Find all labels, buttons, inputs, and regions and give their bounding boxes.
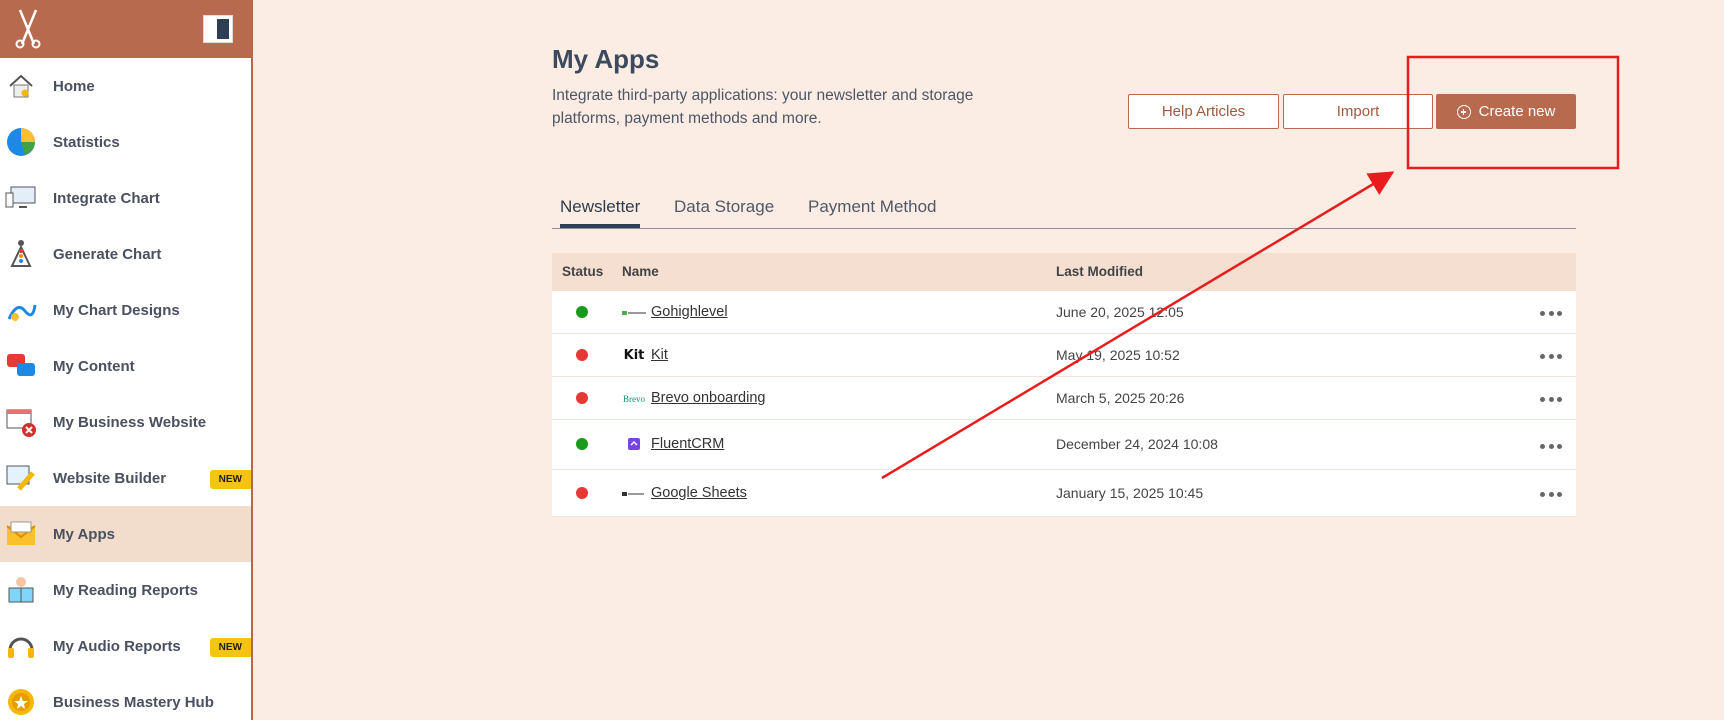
- sidebar-item-label: Generate Chart: [53, 245, 162, 263]
- row-more-options-icon[interactable]: [1540, 352, 1562, 362]
- sidebar-item-generate-chart[interactable]: Generate Chart: [0, 226, 251, 282]
- sidebar-item-statistics[interactable]: Statistics: [0, 114, 251, 170]
- page-title: My Apps: [552, 44, 660, 74]
- tab-data-storage[interactable]: Data Storage: [674, 197, 774, 217]
- app-logo-icon: [622, 305, 646, 321]
- devices-icon: [4, 181, 38, 215]
- status-active-dot: [576, 305, 588, 318]
- logo-icon[interactable]: [12, 6, 44, 50]
- app-logo-icon: Brevo: [623, 393, 645, 404]
- row-more-options-icon[interactable]: [1540, 309, 1562, 319]
- row-more-options-icon[interactable]: [1540, 441, 1562, 451]
- app-name-link[interactable]: Gohighlevel: [651, 304, 728, 320]
- new-badge: NEW: [209, 470, 251, 489]
- sidebar-item-integrate-chart[interactable]: Integrate Chart: [0, 170, 251, 226]
- page-description: Integrate third-party applications: your…: [552, 87, 974, 127]
- new-badge: NEW: [209, 638, 251, 657]
- sidebar-item-label: Integrate Chart: [53, 189, 160, 207]
- sidebar: Home Statistics Integrate Chart Generate Ch…: [0, 0, 253, 720]
- status-active-dot: [576, 438, 588, 450]
- sidebar-header: [0, 0, 251, 58]
- sidebar-item-label: My Business Website: [53, 413, 207, 431]
- headphones-icon: [4, 629, 38, 663]
- create-new-button[interactable]: Create new: [1436, 94, 1576, 129]
- app-name-link[interactable]: Google Sheets: [651, 485, 747, 501]
- table-row: Google Sheets January 15, 2025 10:45: [552, 470, 1576, 517]
- last-modified-date: December 24, 2024 10:08: [1056, 436, 1218, 452]
- sidebar-item-label: My Chart Designs: [53, 301, 180, 319]
- sidebar-item-home[interactable]: Home: [0, 58, 251, 114]
- header-name: Name: [622, 264, 659, 279]
- app-name-link[interactable]: Brevo onboarding: [651, 390, 765, 406]
- medal-icon: [4, 685, 38, 719]
- header-status: Status: [562, 264, 604, 279]
- table-header: Status Name Last Modified: [552, 253, 1576, 291]
- app-name-link[interactable]: Kit: [651, 347, 668, 363]
- table-row: Brevo Brevo onboarding March 5, 2025 20:26: [552, 377, 1576, 420]
- app-logo-icon: [622, 437, 646, 453]
- table-row: Kit Kit May 19, 2025 10:52: [552, 334, 1576, 377]
- sidebar-nav: Home Statistics Integrate Chart Generate Ch…: [0, 58, 251, 720]
- last-modified-date: March 5, 2025 20:26: [1056, 389, 1185, 406]
- sidebar-item-my-content[interactable]: My Content: [0, 338, 251, 394]
- home-icon: [4, 69, 38, 103]
- row-more-options-icon[interactable]: [1540, 490, 1562, 500]
- tab-bar: Newsletter Data Storage Payment Method: [552, 185, 1576, 229]
- sidebar-collapse-button[interactable]: [203, 15, 233, 43]
- table-body: Gohighlevel June 20, 2025 12:05 Kit Kit May …: [552, 291, 1576, 517]
- sidebar-item-my-reading-reports[interactable]: My Reading Reports: [0, 562, 251, 618]
- sidebar-item-my-audio-reports[interactable]: My Audio Reports NEW: [0, 618, 251, 674]
- apps-table: Status Name Last Modified Gohighlevel Jun…: [552, 253, 1576, 517]
- sidebar-item-label: Home: [53, 77, 95, 95]
- status-inactive-dot: [576, 486, 588, 499]
- sidebar-item-label: Statistics: [53, 133, 120, 151]
- chat-bubbles-icon: [4, 349, 38, 383]
- status-inactive-dot: [576, 348, 588, 361]
- sidebar-item-business-mastery-hub[interactable]: Business Mastery Hub: [0, 674, 251, 720]
- pie-chart-icon: [4, 125, 38, 159]
- sidebar-item-label: My Apps: [53, 525, 115, 543]
- table-row: FluentCRM December 24, 2024 10:08: [552, 420, 1576, 470]
- import-button[interactable]: Import: [1283, 94, 1433, 129]
- design-icon: [4, 293, 38, 327]
- app-name-link[interactable]: FluentCRM: [651, 436, 724, 452]
- sidebar-item-label: My Reading Reports: [53, 581, 199, 599]
- row-more-options-icon[interactable]: [1540, 395, 1562, 405]
- app-logo-icon: Kit: [623, 348, 645, 363]
- tab-newsletter[interactable]: Newsletter: [560, 197, 640, 217]
- sidebar-item-my-apps[interactable]: My Apps: [0, 506, 251, 562]
- last-modified-date: January 15, 2025 10:45: [1056, 484, 1204, 501]
- reading-icon: [4, 573, 38, 607]
- chakra-figure-icon: [4, 237, 38, 271]
- help-articles-button[interactable]: Help Articles: [1128, 94, 1279, 129]
- sidebar-item-label: My Content: [53, 357, 135, 375]
- app-logo-icon: [622, 486, 646, 502]
- envelope-icon: [4, 517, 38, 551]
- sidebar-item-label: Business Mastery Hub: [53, 693, 214, 711]
- sidebar-item-label: My Audio Reports: [53, 637, 181, 655]
- create-new-label: Create new: [1478, 103, 1556, 120]
- last-modified-date: June 20, 2025 12:05: [1056, 303, 1184, 320]
- builder-tools-icon: [4, 461, 38, 495]
- last-modified-date: May 19, 2025 10:52: [1056, 346, 1180, 363]
- tab-payment-method[interactable]: Payment Method: [808, 197, 937, 217]
- sidebar-item-website-builder[interactable]: Website Builder NEW: [0, 450, 251, 506]
- sidebar-item-my-chart-designs[interactable]: My Chart Designs: [0, 282, 251, 338]
- status-inactive-dot: [576, 391, 588, 404]
- plus-circle-icon: [1456, 104, 1471, 119]
- active-tab-indicator: [560, 224, 640, 228]
- website-error-icon: [4, 405, 38, 439]
- sidebar-item-my-business-website[interactable]: My Business Website: [0, 394, 251, 450]
- sidebar-item-label: Website Builder: [53, 469, 167, 487]
- table-row: Gohighlevel June 20, 2025 12:05: [552, 291, 1576, 334]
- header-last-modified: Last Modified: [1056, 264, 1143, 279]
